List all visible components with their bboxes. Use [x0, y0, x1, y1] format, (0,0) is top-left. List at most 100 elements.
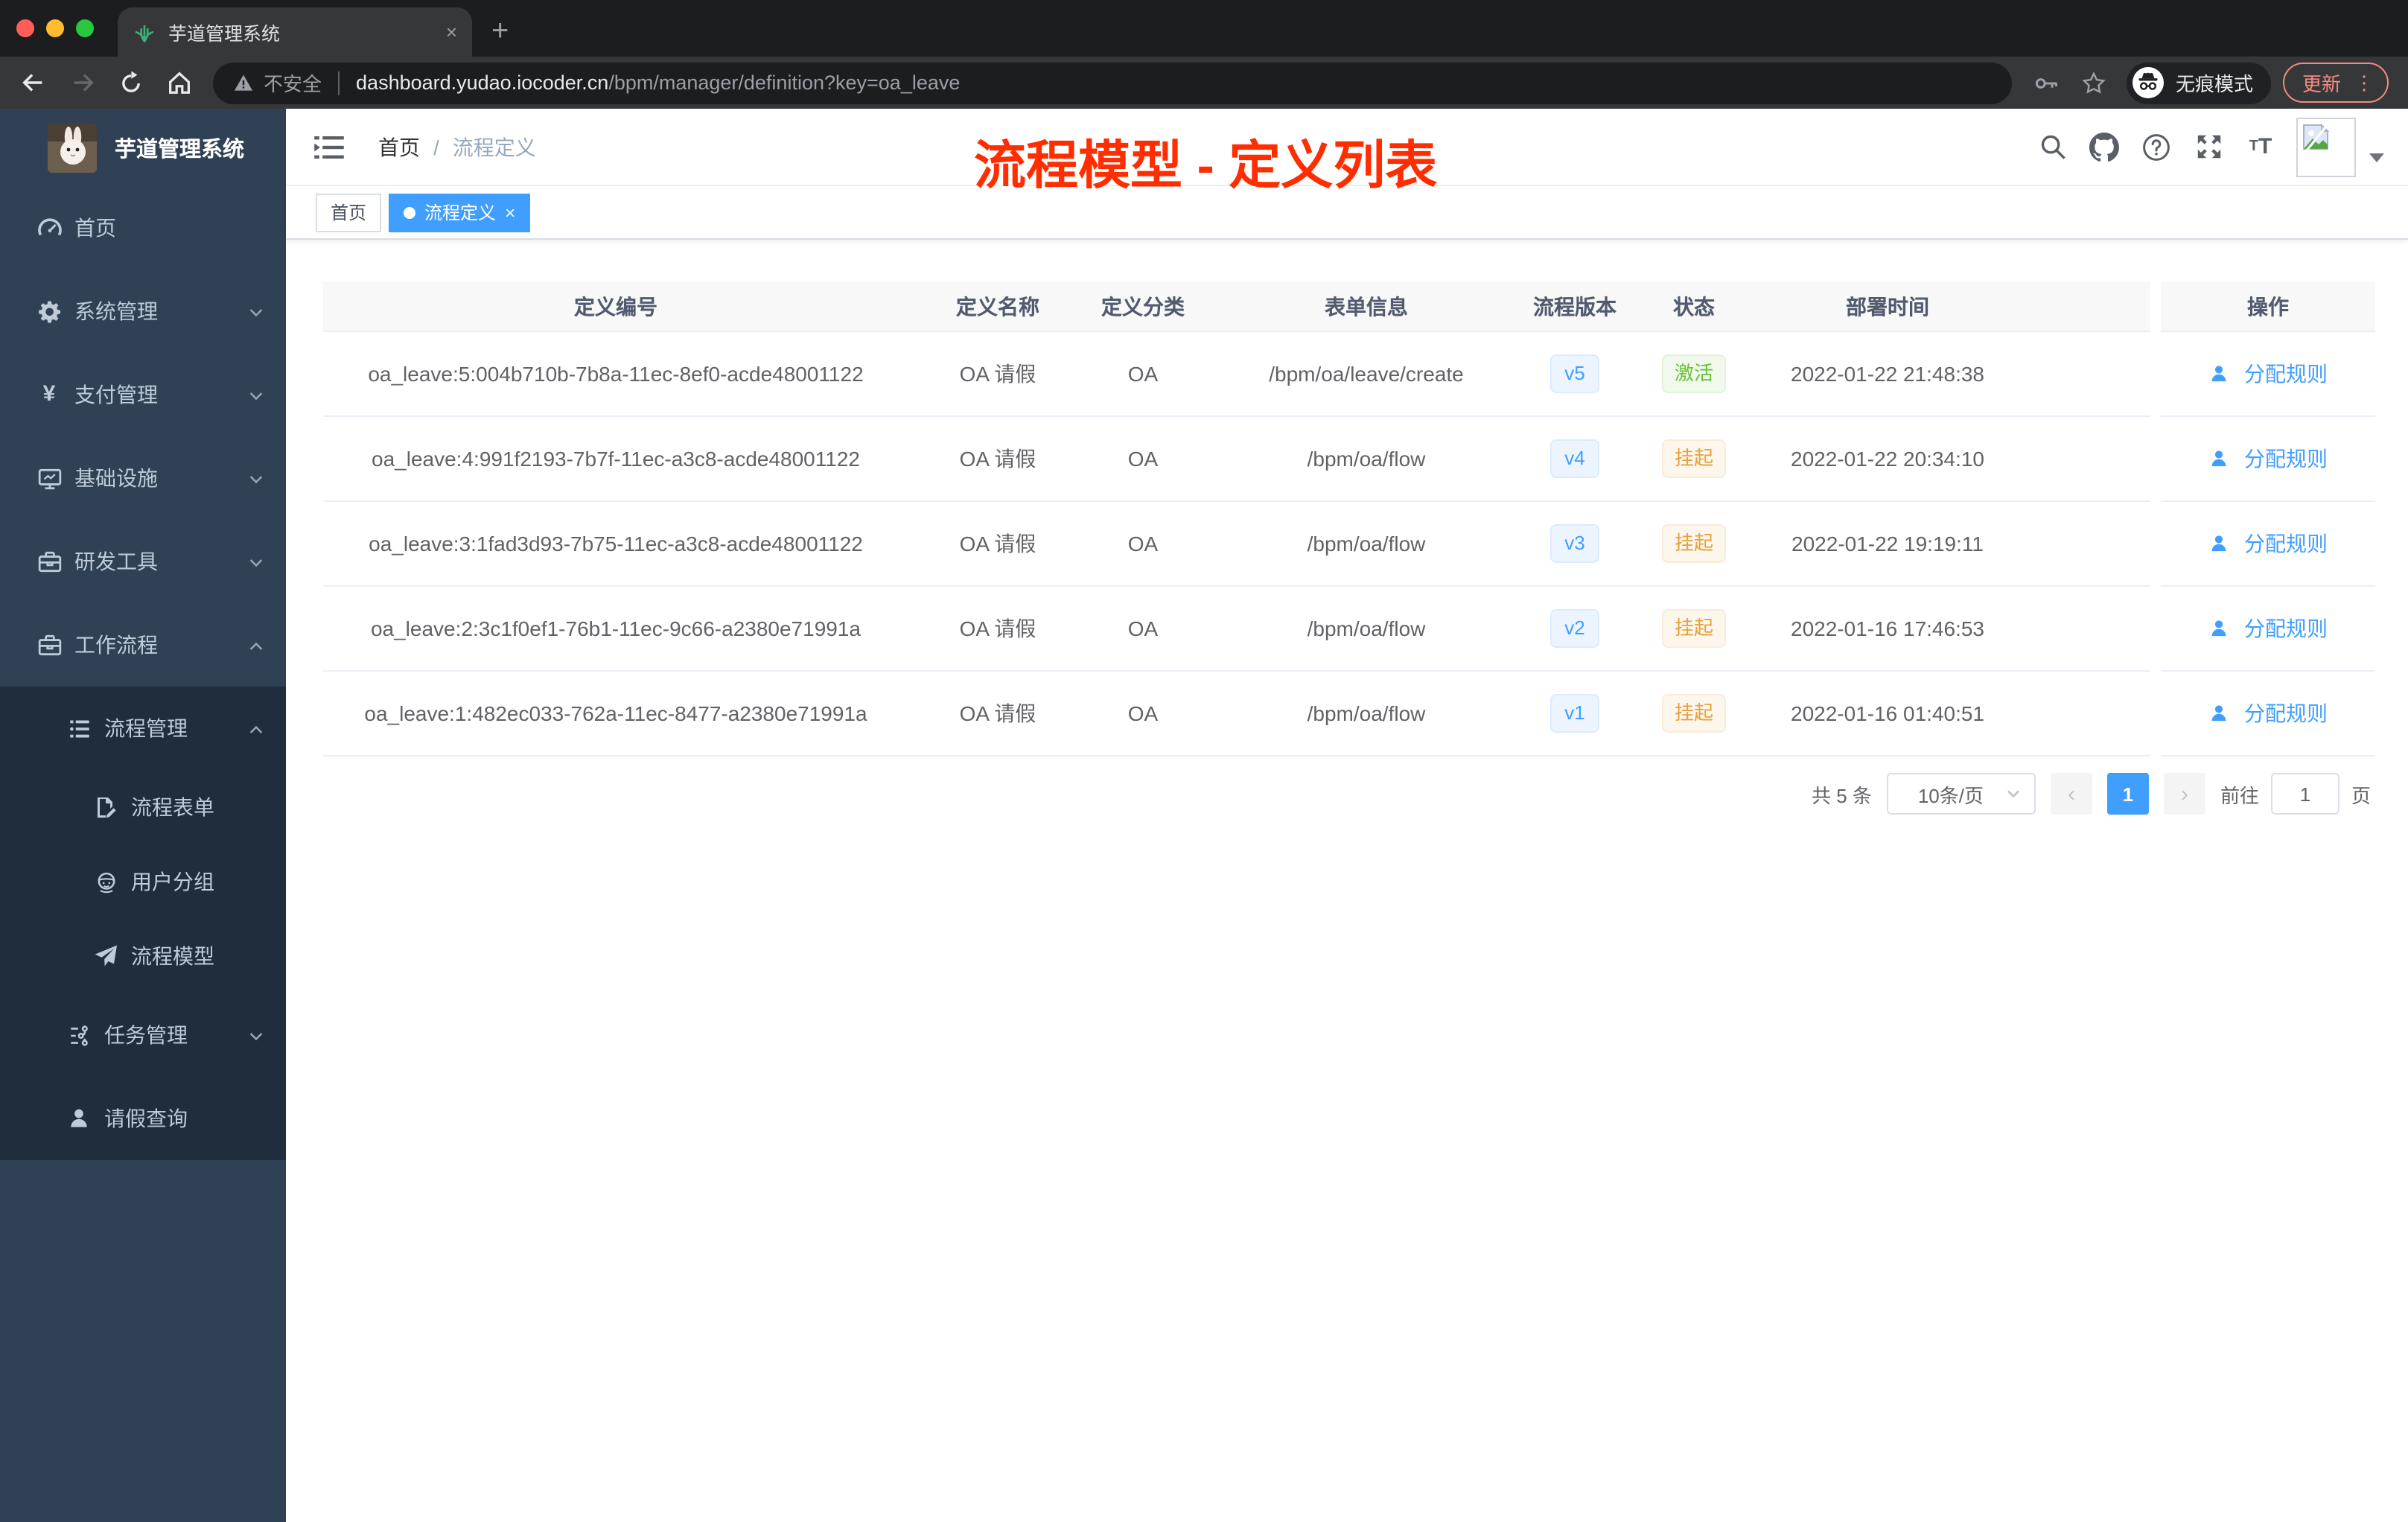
github-icon[interactable] [2089, 132, 2119, 162]
sidebar-item-1[interactable]: 系统管理 [0, 270, 286, 353]
assign-rule-link[interactable]: 分配规则 [2208, 614, 2328, 643]
page-1-button[interactable]: 1 [2106, 773, 2149, 815]
sidebar-item-label: 请假查询 [104, 1107, 188, 1130]
sidebar-item-10[interactable]: 任务管理 [0, 993, 286, 1077]
column-header-actions: 操作 [2247, 294, 2289, 318]
definition-category-cell: OA [1087, 587, 1199, 670]
sidebar-item-6[interactable]: 流程管理 [0, 687, 286, 770]
browser-toolbar: 不安全 dashboard.yudao.iocoder.cn/bpm/manag… [0, 57, 2408, 109]
definition-name-link-text[interactable]: OA 请假 [960, 529, 1036, 558]
tag-close-icon[interactable]: × [505, 202, 515, 223]
avatar-caret-icon[interactable] [2369, 153, 2384, 162]
assign-rule-link[interactable]: 分配规则 [2208, 698, 2328, 728]
sidebar-item-2[interactable]: ¥ 支付管理 [0, 353, 286, 436]
sidebar-item-7[interactable]: 流程表单 [0, 770, 286, 844]
form-info-link-text[interactable]: /bpm/oa/flow [1307, 447, 1426, 471]
actions-row: 分配规则 [2161, 417, 2375, 502]
browser-menu-icon[interactable]: ⋮ [2354, 72, 2374, 92]
traffic-zoom-button[interactable] [76, 19, 94, 37]
home-icon[interactable] [164, 68, 194, 98]
url-bar[interactable]: 不安全 dashboard.yudao.iocoder.cn/bpm/manag… [213, 62, 2012, 104]
workflow-submenu: 流程管理 流程表单 用户分组 流程模型 任务管理请假查询 [0, 687, 286, 1160]
font-size-icon[interactable]: TT [2246, 132, 2275, 162]
table-row: oa_leave:5:004b710b-7b8a-11ec-8ef0-acde4… [323, 332, 2150, 417]
hamburger-icon[interactable] [313, 130, 345, 163]
tab-close-icon[interactable]: × [446, 21, 457, 43]
dashboard-icon [36, 214, 63, 241]
search-icon[interactable] [2037, 132, 2067, 162]
fullscreen-icon[interactable] [2194, 132, 2223, 162]
column-header-0: 定义编号 [574, 294, 657, 318]
definition-id-cell-text: oa_leave:2:3c1f0ef1-76b1-11ec-9c66-a2380… [370, 617, 861, 640]
next-page-button[interactable]: › [2163, 773, 2205, 815]
new-tab-button[interactable]: + [491, 12, 509, 51]
form-info-link-text[interactable]: /bpm/oa/flow [1307, 701, 1426, 725]
tag-process-definition[interactable]: 流程定义 × [389, 193, 531, 232]
sidebar-item-3[interactable]: 基础设施 [0, 436, 286, 520]
sidebar-item-label: 支付管理 [74, 383, 158, 407]
sidebar-logo[interactable]: 芋道管理系统 [0, 109, 286, 186]
back-icon[interactable] [18, 68, 48, 98]
table-main: 定义编号 定义名称 定义分类 表单信息 流程版本 状态 部署时间 oa_leave:5:004… [323, 281, 2150, 757]
form-info-link-text[interactable]: /bpm/oa/flow [1307, 532, 1426, 555]
assign-rule-link[interactable]: 分配规则 [2208, 529, 2328, 558]
definition-id-cell-text: oa_leave:4:991f2193-7b7f-11ec-a3c8-acde4… [372, 447, 860, 471]
annotation-title: 流程模型 - 定义列表 [974, 137, 1438, 195]
help-icon[interactable] [2141, 132, 2171, 162]
table-header-row: 定义编号 定义名称 定义分类 表单信息 流程版本 状态 部署时间 [323, 281, 2150, 332]
sidebar-item-5[interactable]: 工作流程 [0, 603, 286, 687]
definition-category-cell-text: OA [1127, 447, 1159, 471]
user-avatar[interactable] [2296, 117, 2356, 176]
sidebar-item-8[interactable]: 用户分组 [0, 844, 286, 919]
sidebar-item-9[interactable]: 流程模型 [0, 919, 286, 993]
prev-page-button[interactable]: ‹ [2050, 773, 2092, 815]
traffic-close-button[interactable] [16, 19, 34, 37]
not-secure-warning-icon [234, 73, 253, 92]
page-size-select[interactable]: 10条/页 [1886, 773, 2036, 815]
filler-cell [2003, 332, 2150, 415]
definition-category-cell-text: OA [1127, 532, 1159, 555]
tag-home[interactable]: 首页 [316, 193, 382, 232]
screen: 芋道管理系统 × + 不安全 dashboard.yudao.iocoder.c… [0, 0, 2408, 1522]
assign-rule-label: 分配规则 [2244, 701, 2328, 725]
sidebar-item-4[interactable]: 研发工具 [0, 520, 286, 603]
assign-rule-link[interactable]: 分配规则 [2208, 359, 2328, 389]
tab-title: 芋道管理系统 [168, 24, 281, 45]
assign-rule-link[interactable]: 分配规则 [2208, 444, 2328, 474]
reload-icon[interactable] [116, 68, 146, 98]
breadcrumb-home[interactable]: 首页 [378, 132, 420, 162]
tasks-icon [66, 1022, 92, 1048]
security-label[interactable]: 不安全 [264, 69, 322, 97]
browser-tabstrip: 芋道管理系统 × + [0, 0, 2408, 57]
version-tag: v4 [1549, 439, 1600, 478]
assign-rule-label: 分配规则 [2244, 362, 2328, 386]
password-key-icon[interactable] [2033, 69, 2060, 96]
assign-person-icon [2208, 533, 2237, 554]
goto-page-input[interactable]: 1 [2270, 773, 2339, 815]
form-info-link-text[interactable]: /bpm/oa/leave/create [1269, 362, 1464, 386]
definition-name-link-text[interactable]: OA 请假 [960, 614, 1036, 643]
chevron-up-icon [247, 636, 265, 654]
browser-tab[interactable]: 芋道管理系统 × [118, 7, 472, 57]
breadcrumb-separator: / [433, 135, 439, 159]
forward-icon[interactable] [67, 68, 97, 98]
incognito-icon [2133, 67, 2164, 98]
definition-name-link-text[interactable]: OA 请假 [960, 444, 1036, 474]
sidebar-item-0[interactable]: 首页 [0, 186, 286, 270]
update-label[interactable]: 更新 [2302, 69, 2341, 97]
form-info-link-text[interactable]: /bpm/oa/flow [1307, 617, 1426, 640]
traffic-minimize-button[interactable] [46, 19, 64, 37]
briefcase-icon [36, 631, 63, 658]
bookmark-star-icon[interactable] [2080, 69, 2107, 96]
table-row: oa_leave:3:1fad3d93-7b75-11ec-a3c8-acde4… [323, 502, 2150, 587]
deploy-time-cell: 2022-01-22 19:19:11 [1772, 502, 2003, 585]
definition-name-link-text[interactable]: OA 请假 [960, 698, 1036, 728]
version-cell: v2 [1534, 587, 1616, 670]
definition-name-link-text[interactable]: OA 请假 [960, 359, 1036, 389]
definition-table: 定义编号 定义名称 定义分类 表单信息 流程版本 状态 部署时间 oa_leave:5:004… [323, 281, 2375, 757]
person-icon [66, 1105, 92, 1132]
deploy-time-cell: 2022-01-22 20:34:10 [1772, 417, 2003, 500]
definition-id-cell-text: oa_leave:5:004b710b-7b8a-11ec-8ef0-acde4… [368, 362, 864, 386]
chrome-update-button[interactable]: 更新 ⋮ [2283, 63, 2389, 103]
sidebar-item-11[interactable]: 请假查询 [0, 1077, 286, 1160]
